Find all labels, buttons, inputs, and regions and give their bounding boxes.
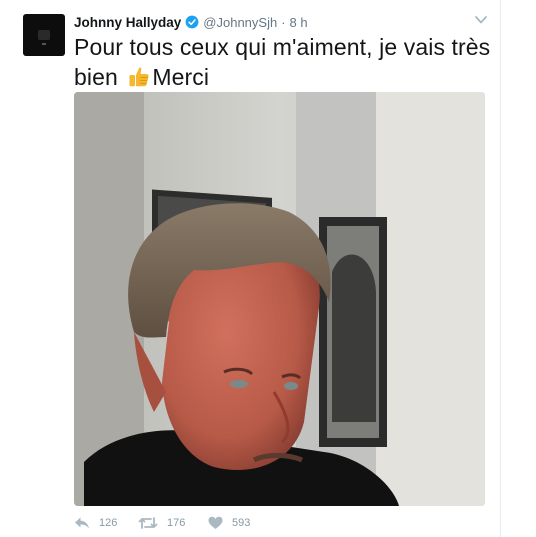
reply-icon — [75, 517, 89, 529]
tweet-text: Pour tous ceux qui m'aiment, je vais trè… — [74, 32, 494, 92]
thumbs-up-emoji-icon — [129, 67, 149, 87]
retweet-icon — [138, 517, 158, 529]
verified-badge-icon — [185, 15, 199, 29]
tweet-text-merci: Merci — [152, 64, 210, 90]
chevron-down-icon[interactable] — [474, 14, 488, 26]
reply-button[interactable]: 126 — [74, 516, 126, 530]
author-handle[interactable]: @JohnnySjh — [203, 15, 277, 30]
tweet-actions: 126 176 593 — [74, 514, 250, 532]
selfie-image — [74, 92, 485, 506]
author-name[interactable]: Johnny Hallyday — [74, 15, 181, 30]
reply-count: 126 — [99, 517, 118, 529]
heart-icon — [208, 516, 223, 529]
retweet-count: 176 — [167, 517, 186, 529]
like-button[interactable]: 593 — [208, 516, 250, 530]
like-count: 593 — [232, 517, 251, 529]
avatar-figure — [38, 30, 50, 40]
header-separator: · — [281, 14, 286, 30]
tweet-photo[interactable] — [74, 92, 485, 506]
tweet-header: Johnny Hallyday @JohnnySjh · 8 h — [74, 13, 308, 31]
tweet-card[interactable]: Johnny Hallyday @JohnnySjh · 8 h Pour to… — [0, 0, 501, 537]
avatar-detail — [42, 43, 46, 45]
avatar[interactable] — [23, 14, 65, 56]
tweet-timestamp[interactable]: 8 h — [290, 15, 308, 30]
retweet-button[interactable]: 176 — [138, 516, 208, 530]
